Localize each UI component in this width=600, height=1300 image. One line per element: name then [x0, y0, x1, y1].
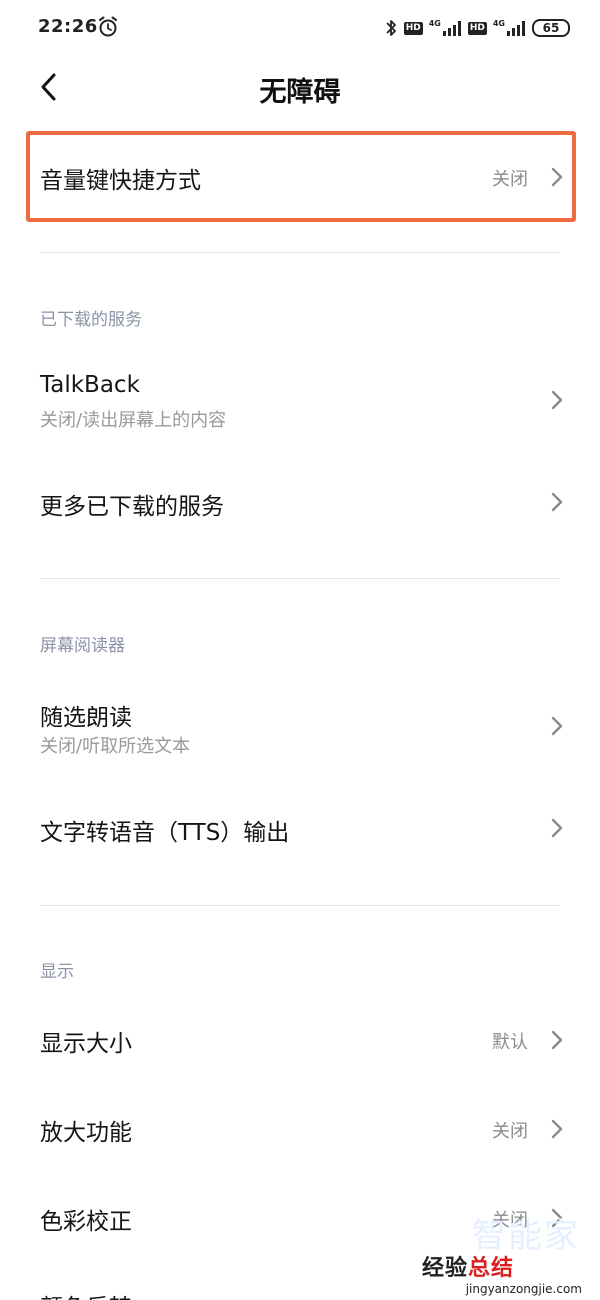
more-downloaded-services-title: 更多已下载的服务 [40, 494, 224, 520]
chevron-right-icon [551, 716, 563, 736]
chevron-right-icon [551, 390, 563, 410]
magnification-value: 关闭 [492, 1121, 528, 1142]
talkback-subtitle: 关闭/读出屏幕上的内容 [40, 410, 227, 431]
color-correction-title: 色彩校正 [40, 1209, 132, 1235]
section-label-screen-reader: 屏幕阅读器 [40, 636, 125, 656]
divider [40, 578, 560, 579]
signal-icon: 4G [429, 20, 462, 36]
talkback-title: TalkBack [40, 372, 140, 398]
divider [40, 905, 560, 906]
status-bar: 22:26 HD 4G HD 4G 65 [0, 0, 600, 56]
highlight-box [26, 131, 576, 222]
header: 无障碍 [0, 56, 600, 120]
hd-badge: HD [403, 21, 423, 35]
magnification-item[interactable]: 放大功能 关闭 [0, 1089, 600, 1169]
hd-badge-2: HD [467, 21, 487, 35]
color-inversion-title: 颜色反转 [40, 1288, 132, 1300]
signal-icon-2: 4G [493, 20, 526, 36]
network-type-2: 4G [492, 19, 505, 28]
tts-output-item[interactable]: 文字转语音（TTS）输出 [0, 788, 600, 868]
divider [40, 252, 560, 253]
display-size-item[interactable]: 显示大小 默认 [0, 1000, 600, 1080]
network-type: 4G [428, 19, 441, 28]
select-to-speak-item[interactable]: 随选朗读 关闭/听取所选文本 [0, 681, 600, 777]
page-title: 无障碍 [259, 77, 341, 108]
chevron-right-icon [551, 818, 563, 838]
status-time: 22:26 [38, 16, 98, 37]
section-label-display: 显示 [40, 962, 74, 982]
display-size-title: 显示大小 [40, 1031, 132, 1057]
magnification-title: 放大功能 [40, 1120, 132, 1146]
select-to-speak-title: 随选朗读 [40, 705, 132, 731]
battery-icon: 65 [532, 19, 570, 37]
bluetooth-icon [386, 20, 396, 36]
status-icons: HD 4G HD 4G 65 [384, 15, 570, 41]
watermark: 智能家 经验总结 jingyanzongjie.com [378, 1208, 588, 1300]
tts-output-title: 文字转语音（TTS）输出 [40, 820, 290, 846]
watermark-brand-a: 经验 [422, 1256, 469, 1281]
section-label-downloaded: 已下载的服务 [40, 310, 142, 330]
display-size-value: 默认 [492, 1032, 528, 1053]
select-to-speak-subtitle: 关闭/听取所选文本 [40, 736, 191, 757]
talkback-item[interactable]: TalkBack 关闭/读出屏幕上的内容 [0, 355, 600, 451]
watermark-brand: 经验总结 [422, 1250, 514, 1282]
watermark-url: jingyanzongjie.com [465, 1282, 582, 1296]
chevron-right-icon [551, 1119, 563, 1139]
alarm-icon [99, 16, 117, 37]
chevron-right-icon [551, 1030, 563, 1050]
chevron-right-icon [551, 492, 563, 512]
more-downloaded-services-item[interactable]: 更多已下载的服务 [0, 462, 600, 542]
watermark-brand-b: 总结 [468, 1256, 515, 1281]
